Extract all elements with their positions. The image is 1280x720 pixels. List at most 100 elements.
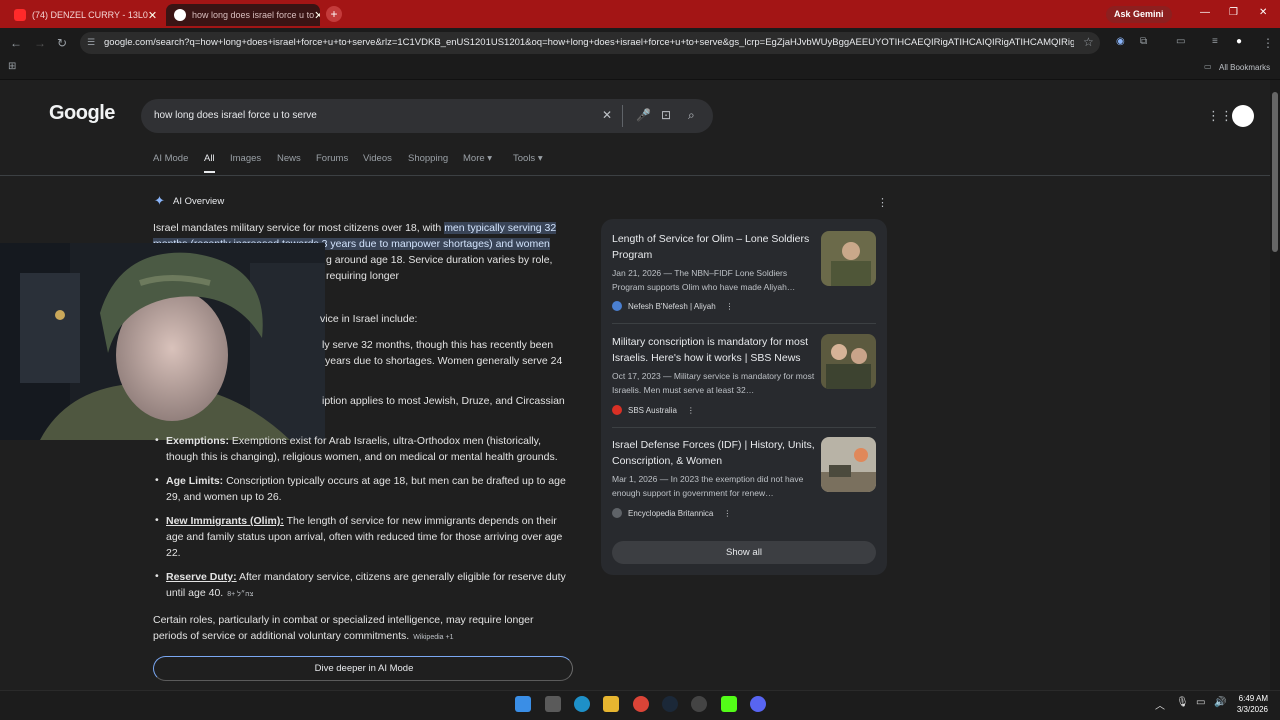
volume-icon[interactable]: 🔊: [1214, 697, 1226, 708]
age-limits-text: Conscription typically occurs at age 18,…: [223, 475, 566, 487]
citation-chip[interactable]: Wikipedia +1: [413, 634, 453, 641]
divider: [622, 105, 623, 127]
tab-google-search[interactable]: how long does israel force u to ✕: [166, 4, 320, 26]
google-icon: [174, 9, 186, 21]
more-options-icon[interactable]: ⋮: [687, 406, 695, 415]
active-filter-underline: [204, 171, 215, 173]
search-query-text[interactable]: how long does israel force u to serve: [154, 110, 317, 121]
tab-tools[interactable]: Tools ▾: [513, 153, 543, 164]
kick-icon[interactable]: [721, 696, 737, 712]
url-text[interactable]: google.com/search?q=how+long+does+israel…: [104, 37, 1074, 48]
exemptions-label: Exemptions:: [166, 435, 230, 447]
new-tab-button[interactable]: +: [326, 6, 342, 22]
restore-icon[interactable]: ❐: [1229, 7, 1238, 18]
folder-icon: ▭: [1204, 62, 1212, 71]
tab-youtube[interactable]: (74) DENZEL CURRY - 13L0 ✕: [6, 4, 162, 26]
new-immigrants-item: New Immigrants (Olim): The length of ser…: [166, 513, 581, 561]
tab-shopping[interactable]: Shopping: [408, 153, 448, 164]
source-thumbnail-1[interactable]: [821, 231, 876, 286]
menu-icon[interactable]: ⋮: [1262, 36, 1274, 50]
source-name: SBS Australia: [628, 405, 677, 415]
forward-icon[interactable]: →: [34, 36, 46, 50]
intro-text: Israel mandates military service for mos…: [153, 222, 445, 234]
file-explorer-icon[interactable]: [603, 696, 619, 712]
close-tab-icon[interactable]: ✕: [314, 9, 320, 22]
new-immigrants-link[interactable]: New Immigrants (Olim):: [166, 515, 284, 527]
minimize-icon[interactable]: —: [1200, 7, 1210, 18]
task-view-icon[interactable]: [545, 696, 561, 712]
extension-icon[interactable]: ◉: [1116, 36, 1125, 47]
back-icon[interactable]: ←: [10, 36, 22, 50]
windows-start-icon[interactable]: [515, 696, 531, 712]
dive-deeper-button[interactable]: Dive deeper in AI Mode: [153, 656, 573, 681]
closing-paragraph: Certain roles, particularly in combat or…: [153, 612, 578, 646]
tab-videos[interactable]: Videos: [363, 153, 392, 164]
close-window-icon[interactable]: ✕: [1259, 7, 1267, 18]
bullet-dot: •: [155, 514, 159, 526]
voice-search-icon[interactable]: 🎤: [636, 108, 651, 122]
men-text-1: ly serve 32 months, though this has rece…: [322, 339, 554, 351]
profile-icon[interactable]: ●: [1236, 36, 1242, 47]
site-favicon-icon: [612, 508, 622, 518]
tab-more[interactable]: More ▾: [463, 153, 492, 164]
tab-images[interactable]: Images: [230, 153, 261, 164]
all-bookmarks-link[interactable]: All Bookmarks: [1219, 63, 1270, 72]
more-options-icon[interactable]: ⋮: [726, 302, 734, 311]
ai-sparkle-icon: ✦: [154, 193, 165, 208]
citation-chip[interactable]: צה״ל +8: [227, 591, 253, 598]
reserve-duty-link[interactable]: Reserve Duty:: [166, 571, 237, 583]
men-text-2: years due to shortages. Women generally …: [325, 355, 563, 367]
tab-forums[interactable]: Forums: [316, 153, 348, 164]
side-panel-icon[interactable]: ▭: [1176, 36, 1185, 47]
source-site-1[interactable]: Nefesh B'Nefesh | Aliyah ⋮: [612, 301, 734, 311]
microphone-icon[interactable]: 🎙: [1176, 697, 1189, 708]
google-apps-icon[interactable]: ⋮⋮: [1207, 108, 1233, 124]
bookmarks-bar: [0, 58, 1280, 80]
ask-gemini-button[interactable]: Ask Gemini: [1106, 6, 1172, 23]
more-options-icon[interactable]: ⋮: [877, 196, 888, 209]
reload-icon[interactable]: ↻: [57, 36, 67, 50]
discord-icon[interactable]: [750, 696, 766, 712]
source-thumbnail-2[interactable]: [821, 334, 876, 389]
exemptions-text-2: though this is changing), religious wome…: [166, 451, 558, 463]
avatar[interactable]: [1232, 105, 1254, 127]
intro-text-line3: g around age 18. Service duration varies…: [326, 254, 553, 266]
youtube-icon: [14, 9, 26, 21]
bookmark-star-icon[interactable]: ☆: [1083, 35, 1094, 49]
source-title-3[interactable]: Israel Defense Forces (IDF) | History, U…: [612, 437, 817, 469]
source-title-2[interactable]: Military conscription is mandatory for m…: [612, 334, 817, 366]
source-title-1[interactable]: Length of Service for Olim – Lone Soldie…: [612, 231, 817, 263]
dive-deeper-label: Dive deeper in AI Mode: [314, 663, 414, 674]
chrome-icon[interactable]: [633, 696, 649, 712]
new-immigrants-text-2: age and family status upon arrival, ofte…: [166, 531, 563, 543]
steam-icon[interactable]: [662, 696, 678, 712]
tab-ai-mode[interactable]: AI Mode: [153, 153, 188, 164]
scrollbar-thumb[interactable]: [1272, 92, 1278, 252]
show-all-button[interactable]: Show all: [612, 541, 876, 564]
more-options-icon[interactable]: ⋮: [723, 509, 731, 518]
system-clock[interactable]: 6:49 AM 3/3/2026: [1230, 693, 1268, 715]
section-intro: vice in Israel include:: [320, 313, 418, 325]
source-name: Nefesh B'Nefesh | Aliyah: [628, 301, 716, 311]
site-info-icon[interactable]: ☰: [87, 37, 95, 48]
closing-text: Certain roles, particularly in combat or…: [153, 614, 534, 626]
google-logo[interactable]: Google: [49, 102, 115, 125]
downloads-icon[interactable]: ≡: [1212, 36, 1218, 47]
tray-chevron-icon[interactable]: ︿: [1155, 697, 1165, 712]
webcam-image: [0, 243, 325, 440]
network-icon[interactable]: ▭: [1196, 697, 1205, 708]
close-tab-icon[interactable]: ✕: [148, 9, 157, 22]
source-site-2[interactable]: SBS Australia ⋮: [612, 405, 695, 415]
source-thumbnail-3[interactable]: [821, 437, 876, 492]
tab-news[interactable]: News: [277, 153, 301, 164]
apps-grid-icon[interactable]: ⊞: [8, 61, 16, 72]
extensions-puzzle-icon[interactable]: ⧉: [1140, 36, 1147, 47]
site-favicon-icon: [612, 301, 622, 311]
clear-search-icon[interactable]: ✕: [602, 108, 612, 122]
search-icon[interactable]: ⌕: [688, 108, 695, 123]
obs-icon[interactable]: [691, 696, 707, 712]
edge-icon[interactable]: [574, 696, 590, 712]
source-site-3[interactable]: Encyclopedia Britannica ⋮: [612, 508, 731, 518]
lens-icon[interactable]: ⊡: [661, 108, 671, 122]
tab-all[interactable]: All: [204, 153, 215, 164]
